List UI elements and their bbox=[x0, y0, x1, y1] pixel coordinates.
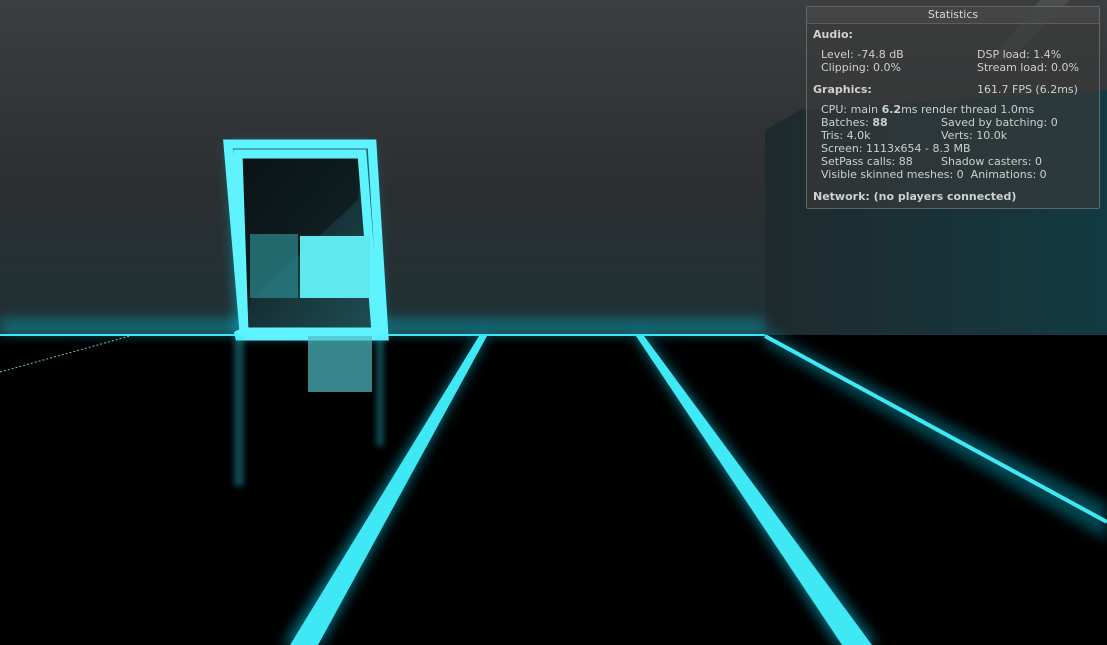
animations: Animations: 0 bbox=[970, 168, 1047, 181]
graphics-row-tris: Tris: 4.0k Verts: 10.0k bbox=[821, 129, 1087, 142]
setpass-calls: SetPass calls: 88 bbox=[821, 155, 913, 168]
game-viewport[interactable]: Statistics Audio: Level: -74.8 dB DSP lo… bbox=[0, 0, 1107, 645]
cube-reflection bbox=[308, 336, 372, 392]
floor bbox=[0, 335, 1107, 645]
audio-row-1: Level: -74.8 dB DSP load: 1.4% bbox=[821, 48, 1087, 61]
statistics-title: Statistics bbox=[807, 7, 1099, 24]
graphics-row-skinned: Visible skinned meshes: 0 Animations: 0 bbox=[821, 168, 1087, 181]
graphics-heading: Graphics: bbox=[813, 83, 872, 96]
audio-row-2: Clipping: 0.0% Stream load: 0.0% bbox=[821, 61, 1087, 74]
batches-prefix: Batches: bbox=[821, 116, 869, 129]
audio-dsp-load: DSP load: 1.4% bbox=[977, 48, 1062, 61]
glowing-cube bbox=[300, 236, 370, 298]
audio-level: Level: -74.8 dB bbox=[821, 48, 904, 61]
graphics-screen: Screen: 1113x654 - 8.3 MB bbox=[821, 142, 971, 155]
statistics-panel: Statistics Audio: Level: -74.8 dB DSP lo… bbox=[806, 6, 1100, 209]
audio-heading: Audio: bbox=[813, 28, 853, 41]
graphics-fps: 161.7 FPS (6.2ms) bbox=[977, 83, 1078, 96]
batches-value: 88 bbox=[872, 116, 888, 129]
audio-clipping: Clipping: 0.0% bbox=[821, 61, 901, 74]
shadow-casters: Shadow casters: 0 bbox=[941, 155, 1042, 168]
verts: Verts: 10.0k bbox=[941, 129, 1008, 142]
cube-shade bbox=[250, 234, 298, 298]
door-reflection-left bbox=[234, 336, 244, 486]
graphics-row-setpass: SetPass calls: 88 Shadow casters: 0 bbox=[821, 155, 1087, 168]
tris: Tris: 4.0k bbox=[821, 129, 871, 142]
door-reflection-right bbox=[376, 336, 384, 446]
graphics-row-batches: Batches: 88 Saved by batching: 0 bbox=[821, 116, 1087, 129]
skinned-meshes: Visible skinned meshes: 0 bbox=[821, 168, 964, 181]
batches: Batches: 88 bbox=[821, 116, 888, 129]
cpu-main-value: 6.2 bbox=[881, 103, 902, 116]
cpu-prefix: CPU: main bbox=[821, 103, 879, 116]
cpu-suffix: ms render thread 1.0ms bbox=[901, 103, 1035, 116]
audio-stream-load: Stream load: 0.0% bbox=[977, 61, 1079, 74]
network-heading: Network: (no players connected) bbox=[813, 190, 1017, 203]
saved-by-batching: Saved by batching: 0 bbox=[941, 116, 1058, 129]
graphics-cpu: CPU: main 6.2ms render thread 1.0ms bbox=[821, 103, 1087, 116]
